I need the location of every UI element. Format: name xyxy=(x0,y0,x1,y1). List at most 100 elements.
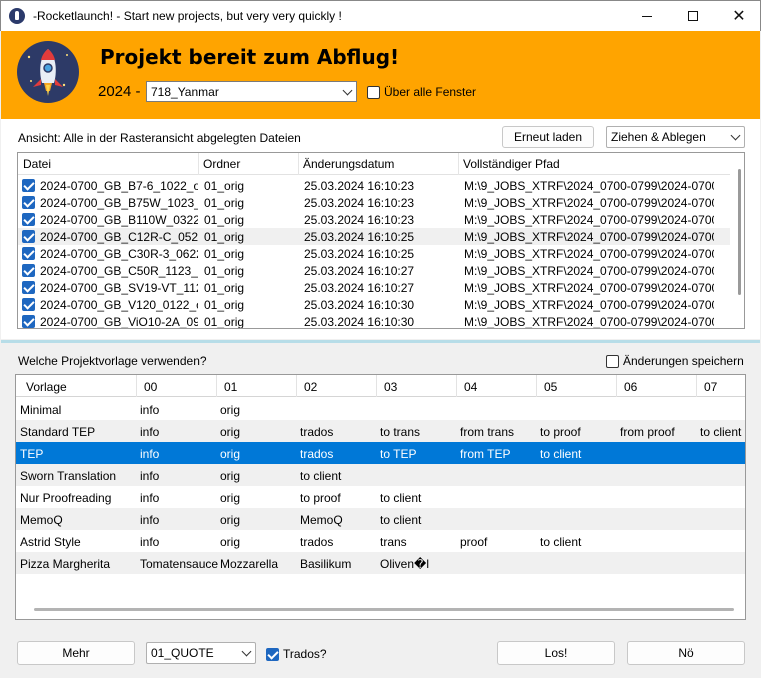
splitter[interactable] xyxy=(1,340,760,343)
header-panel: Projekt bereit zum Abflug! 2024 - 718_Ya… xyxy=(1,31,760,119)
template-col-header[interactable]: 00 xyxy=(144,380,157,394)
cancel-button[interactable]: Nö xyxy=(627,641,745,665)
template-grid-scrollbar[interactable] xyxy=(34,608,734,611)
template-col-header[interactable]: 02 xyxy=(304,380,317,394)
template-step-cell: info xyxy=(140,447,160,461)
maximize-button[interactable] xyxy=(670,1,716,31)
file-row[interactable]: 2024-0700_GB_C12R-C_0522... 01_orig 25.03.… xyxy=(18,228,730,245)
file-checkbox[interactable] xyxy=(22,315,35,328)
template-name-cell: MemoQ xyxy=(20,513,63,527)
template-caption: Welche Projektvorlage verwenden? xyxy=(18,354,207,368)
mode-select-value: Ziehen & Ablegen xyxy=(611,130,706,144)
template-col-header[interactable]: 01 xyxy=(224,380,237,394)
file-checkbox[interactable] xyxy=(22,213,35,226)
file-checkbox[interactable] xyxy=(22,247,35,260)
template-step-cell: orig xyxy=(220,513,241,527)
file-row[interactable]: 2024-0700_GB_B110W_0322... 01_orig 25.03.2… xyxy=(18,211,730,228)
file-cell-file: 2024-0700_GB_B110W_0322... xyxy=(40,213,198,227)
file-cell-path: M:\9_JOBS_XTRF\2024_0700-0799\2024-0700_… xyxy=(464,281,714,295)
file-cell-folder: 01_orig xyxy=(204,298,245,312)
file-cell-folder: 01_orig xyxy=(204,230,245,244)
file-cell-date: 25.03.2024 16:10:30 xyxy=(304,315,415,329)
template-row[interactable]: Pizza Margherita Tomatensauce Mozzarella Ba… xyxy=(16,552,745,574)
scrollbar-thumb[interactable] xyxy=(738,169,741,295)
template-step-cell: proof xyxy=(460,535,488,549)
template-name-cell: Nur Proofreading xyxy=(20,491,112,505)
rocket-app-icon xyxy=(9,8,25,24)
template-step-cell: trans xyxy=(380,535,407,549)
file-checkbox[interactable] xyxy=(22,281,35,294)
file-row[interactable]: 2024-0700_GB_C30R-3_0622... 01_orig 25.03.… xyxy=(18,245,730,262)
template-row[interactable]: Standard TEP info orig trados to trans from t… xyxy=(16,420,745,442)
file-checkbox[interactable] xyxy=(22,179,35,192)
quote-select-value: 01_QUOTE xyxy=(151,646,214,660)
template-step-cell: orig xyxy=(220,447,241,461)
file-cell-file: 2024-0700_GB_C50R_1123_o... xyxy=(40,264,198,278)
file-row[interactable]: 2024-0700_GB_B75W_1023_... 01_orig 25.03.2… xyxy=(18,194,730,211)
template-grid[interactable]: Vorlage 00 01 02 03 04 05 06 07 Minimal info orig S… xyxy=(15,374,746,620)
template-step-cell: to proof xyxy=(300,491,341,505)
template-step-cell: Basilikum xyxy=(300,557,352,571)
file-checkbox[interactable] xyxy=(22,264,35,277)
col-path[interactable]: Vollständiger Pfad xyxy=(458,157,560,171)
template-col-header[interactable]: 03 xyxy=(384,380,397,394)
file-grid-scrollbar[interactable] xyxy=(735,153,744,328)
template-col-header[interactable]: 04 xyxy=(464,380,477,394)
template-step-cell: orig xyxy=(220,535,241,549)
template-step-cell: info xyxy=(140,491,160,505)
go-button[interactable]: Los! xyxy=(497,641,615,665)
file-cell-path: M:\9_JOBS_XTRF\2024_0700-0799\2024-0700_… xyxy=(464,264,714,278)
file-row[interactable]: 2024-0700_GB_B7-6_1022_ori... 01_orig 25.0… xyxy=(18,177,730,194)
template-col-header[interactable]: 05 xyxy=(544,380,557,394)
template-step-cell: Tomatensauce xyxy=(140,557,219,571)
file-checkbox[interactable] xyxy=(22,196,35,209)
file-row[interactable]: 2024-0700_GB_V120_0122_o... 01_orig 25.03.… xyxy=(18,296,730,313)
template-col-header[interactable]: 07 xyxy=(704,380,717,394)
file-checkbox[interactable] xyxy=(22,298,35,311)
title-bar: -Rocketlaunch! - Start new projects, but… xyxy=(0,0,761,31)
template-row[interactable]: Sworn Translation info orig to client xyxy=(16,464,745,486)
trados-checkbox[interactable]: Trados? xyxy=(266,647,327,661)
window-title: -Rocketlaunch! - Start new projects, but… xyxy=(33,9,342,23)
template-col-header[interactable]: Vorlage xyxy=(26,380,67,394)
file-cell-path: M:\9_JOBS_XTRF\2024_0700-0799\2024-0700_… xyxy=(464,213,714,227)
file-cell-date: 25.03.2024 16:10:27 xyxy=(304,264,415,278)
file-cell-file: 2024-0700_GB_C12R-C_0522... xyxy=(40,230,198,244)
checkbox-box[interactable] xyxy=(367,85,380,99)
file-checkbox[interactable] xyxy=(22,230,35,243)
minimize-button[interactable] xyxy=(624,1,670,31)
mode-select[interactable]: Ziehen & Ablegen xyxy=(606,126,745,148)
close-icon: ✕ xyxy=(732,8,746,25)
col-file[interactable]: Datei xyxy=(18,157,51,171)
file-cell-date: 25.03.2024 16:10:25 xyxy=(304,247,415,261)
more-button[interactable]: Mehr xyxy=(17,641,135,665)
col-date[interactable]: Änderungsdatum xyxy=(298,157,394,171)
all-windows-checkbox[interactable]: Über alle Fenster xyxy=(367,85,476,99)
file-row[interactable]: 2024-0700_GB_SV19-VT_112... 01_orig 25.03.… xyxy=(18,279,730,296)
save-changes-checkbox[interactable]: Änderungen speichern xyxy=(606,354,744,368)
template-step-cell: orig xyxy=(220,403,241,417)
close-button[interactable]: ✕ xyxy=(716,1,761,31)
all-windows-label: Über alle Fenster xyxy=(384,85,477,99)
template-col-header[interactable]: 06 xyxy=(624,380,637,394)
template-row[interactable]: TEP info orig trados to TEP from TEP to client xyxy=(16,442,745,464)
reload-button[interactable]: Erneut laden xyxy=(502,126,594,148)
file-cell-path: M:\9_JOBS_XTRF\2024_0700-0799\2024-0700_… xyxy=(464,179,714,193)
checkbox-box[interactable] xyxy=(606,354,619,368)
file-row[interactable]: 2024-0700_GB_C50R_1123_o... 01_orig 25.03.… xyxy=(18,262,730,279)
template-step-cell: to client xyxy=(380,513,422,527)
template-row[interactable]: Minimal info orig xyxy=(16,398,745,420)
template-row[interactable]: MemoQ info orig MemoQ to client xyxy=(16,508,745,530)
file-row[interactable]: 2024-0700_GB_ViO10-2A_092... 01_orig 25.03… xyxy=(18,313,730,329)
file-grid[interactable]: Datei Ordner Änderungsdatum Vollständige… xyxy=(17,152,745,329)
col-folder[interactable]: Ordner xyxy=(198,157,240,171)
template-row[interactable]: Astrid Style info orig trados trans proof to c… xyxy=(16,530,745,552)
quote-select[interactable]: 01_QUOTE xyxy=(146,642,256,664)
file-cell-folder: 01_orig xyxy=(204,315,245,329)
file-cell-file: 2024-0700_GB_B75W_1023_... xyxy=(40,196,198,210)
project-select[interactable]: 718_Yanmar xyxy=(146,81,357,102)
project-select-value: 718_Yanmar xyxy=(151,85,219,99)
template-step-cell: to TEP xyxy=(380,447,417,461)
template-row[interactable]: Nur Proofreading info orig to proof to clien… xyxy=(16,486,745,508)
checkbox-box[interactable] xyxy=(266,647,279,661)
